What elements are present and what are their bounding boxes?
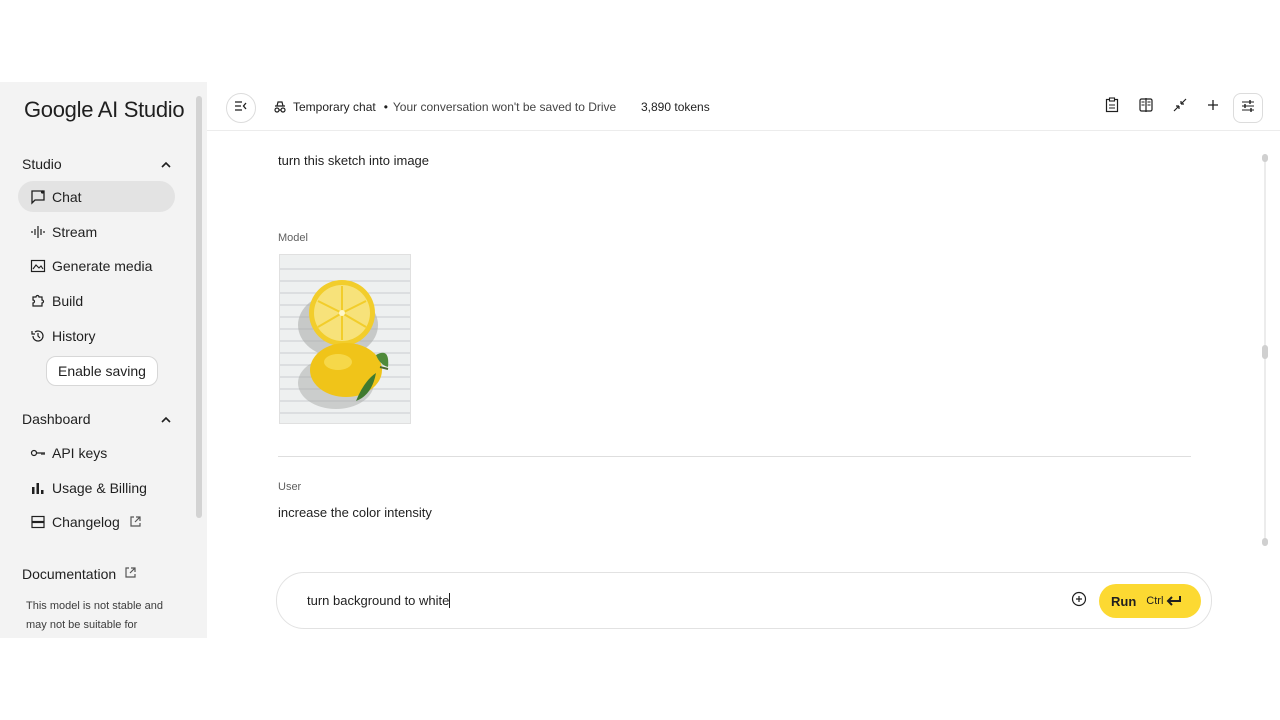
chat-scrollbar-thumb[interactable] [1262,345,1268,359]
puzzle-icon [30,293,46,309]
add-circle-icon [1071,591,1087,612]
prompt-input[interactable]: turn background to white [307,593,451,608]
collapse-sidebar-icon [234,99,248,117]
compare-button[interactable] [1135,96,1157,118]
studio-section-label: Studio [22,156,62,172]
sidebar-item-generate-media[interactable]: Generate media [18,250,175,281]
bar-chart-icon [30,480,46,496]
compare-icon [1138,97,1154,118]
temporary-chat-indicator: Temporary chat • Your conversation won't… [273,100,616,114]
add-media-button[interactable] [1070,591,1088,612]
user-message: turn this sketch into image [278,153,430,168]
sidebar-item-label: Chat [52,188,82,205]
external-link-icon [124,566,137,582]
tune-icon [1240,98,1256,119]
sidebar-item-changelog[interactable]: Changelog [18,506,175,537]
token-count: 3,890 tokens [641,100,710,114]
dashboard-section-label: Dashboard [22,411,91,427]
documentation-label: Documentation [22,566,117,582]
sidebar-item-api-keys[interactable]: API keys [18,437,175,468]
sidebar-scrollbar-thumb[interactable] [196,96,202,518]
chevron-up-icon [160,158,172,170]
plus-icon [1206,98,1220,117]
chat-scrollbar[interactable] [1262,154,1268,546]
enable-saving-button[interactable]: Enable saving [46,356,158,386]
temporary-chat-label: Temporary chat [293,100,376,114]
user-role-label: User [278,481,302,493]
clipboard-icon [1105,96,1119,118]
sidebar-item-label: Build [52,292,84,309]
sidebar: Google AI Studio Studio Chat Stream Gene… [0,82,207,638]
changelog-icon [30,514,46,530]
sidebar-item-label: Stream [52,223,98,240]
run-button[interactable]: Run Ctrl [1099,584,1201,618]
incognito-icon [273,100,287,114]
sidebar-item-label: Changelog [52,513,120,530]
sidebar-scrollbar[interactable] [195,82,203,638]
app-window: Google AI Studio Studio Chat Stream Gene… [0,82,1280,638]
sidebar-item-build[interactable]: Build [18,285,175,316]
sidebar-item-label: Usage & Billing [52,479,147,496]
temporary-chat-note: Your conversation won't be saved to Driv… [392,100,617,114]
chevron-up-icon [160,413,172,425]
user-message: increase the color intensity [278,505,432,520]
studio-section-toggle[interactable]: Studio [22,153,172,175]
collapse-button[interactable] [1169,96,1191,118]
prompt-input-text: turn background to white [307,593,450,608]
sidebar-item-chat[interactable]: Chat [18,181,175,212]
text-caret [449,593,451,608]
message-divider [278,456,1191,457]
shortcut-label: Ctrl [1146,595,1164,607]
run-label: Run [1111,593,1137,609]
top-bar: Temporary chat • Your conversation won't… [207,82,1280,131]
history-icon [30,328,46,344]
sidebar-item-label: API keys [52,444,108,461]
chat-transcript: turn this sketch into image Model User i… [207,131,1280,561]
model-disclaimer: This model is not stable and may not be … [26,600,163,631]
key-icon [30,445,46,461]
documentation-link[interactable]: Documentation [22,566,137,582]
sidebar-item-usage-billing[interactable]: Usage & Billing [18,472,175,503]
chat-icon [30,189,46,205]
model-role-label: Model [278,232,308,244]
external-link-icon [129,515,142,528]
image-icon [30,258,46,274]
app-logo: Google AI Studio [24,97,185,122]
chat-scrollbar-top-cap [1262,154,1268,162]
new-chat-button[interactable] [1202,96,1224,118]
chat-scrollbar-bottom-cap [1262,538,1268,546]
sidebar-item-stream[interactable]: Stream [18,216,175,247]
waveform-icon [30,224,46,240]
enter-key-icon [1166,595,1182,607]
toggle-sidebar-button[interactable] [226,93,256,123]
dashboard-section-toggle[interactable]: Dashboard [22,408,172,430]
prompt-composer[interactable]: turn background to white Run Ctrl [276,572,1212,629]
main-panel: Temporary chat • Your conversation won't… [207,82,1280,638]
collapse-arrows-icon [1172,97,1188,118]
separator-dot: • [383,100,388,114]
sidebar-item-label: Generate media [52,257,153,274]
clipboard-button[interactable] [1101,96,1123,118]
sidebar-item-label: History [52,327,96,344]
sidebar-item-history[interactable]: History [18,320,175,351]
generated-lemon-image[interactable] [279,254,411,424]
run-settings-button[interactable] [1233,93,1263,123]
